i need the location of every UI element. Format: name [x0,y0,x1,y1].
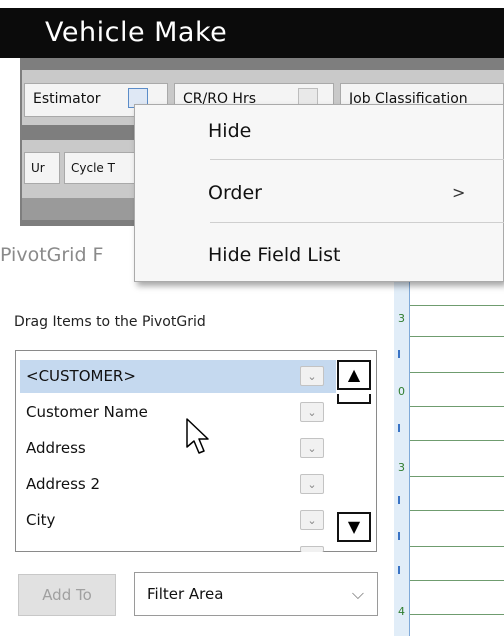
menu-item-order[interactable]: Order [135,167,503,219]
field-list-item[interactable]: Address [20,432,336,465]
add-to-button[interactable]: Add To [18,574,116,616]
grid-marker [398,350,400,358]
field-chip-ur[interactable]: Ur [24,152,60,184]
grid-cell-value: 0 [398,385,405,398]
menu-item-hide[interactable]: Hide [135,105,503,157]
grid-marker [398,424,400,432]
grid-row-line [410,476,504,477]
grid-row-line [410,336,504,337]
scrollbar-thumb[interactable] [337,394,371,404]
mouse-cursor-icon [186,418,209,454]
field-list-item[interactable]: Address 2 [20,468,336,501]
field-checkbox[interactable]: ⌄ [300,366,324,386]
grid-row-line [410,580,504,581]
field-list-item[interactable]: City [20,504,336,537]
grid-row-line [410,372,504,373]
grid-row-line [410,440,504,441]
menu-separator [210,159,504,160]
scroll-up-icon[interactable]: ▲ [337,360,371,390]
filter-area-select[interactable]: Filter Area [134,572,378,616]
grid-row-line [410,406,504,407]
grid-row-line [410,305,504,306]
drag-hint: Drag Items to the PivotGrid [14,314,206,330]
field-checkbox[interactable]: ⌄ [300,474,324,494]
grid-cell-value: 3 [398,461,405,474]
grid-marker [398,496,400,504]
field-list-item[interactable]: <CUSTOMER> [20,360,336,393]
menu-item-hide-field-list[interactable]: Hide Field List [135,229,503,281]
grid-marker [398,532,400,540]
chevron-right-icon: > [452,183,466,202]
field-checkbox[interactable]: ⌄ [300,402,324,422]
field-list-item[interactable]: Customer Name [20,396,336,429]
field-checkbox[interactable]: ⌄ [300,438,324,458]
field-checkbox[interactable] [300,546,324,552]
field-checkbox[interactable]: ⌄ [300,510,324,530]
scroll-down-icon[interactable]: ▼ [337,512,371,542]
grid-cell-value: 4 [398,605,405,618]
grid-row-line [410,510,504,511]
grid-cell-value: 3 [398,312,405,325]
chevron-down-icon[interactable]: ⌵ [346,582,370,606]
pivot-grid-row-header [394,282,410,636]
menu-separator [210,222,504,223]
grid-row-line [410,546,504,547]
grid-marker [398,566,400,574]
pivot-panel-title: PivotGrid F [0,244,104,266]
header-title: Vehicle Make [45,17,228,48]
grid-row-line [410,614,504,615]
